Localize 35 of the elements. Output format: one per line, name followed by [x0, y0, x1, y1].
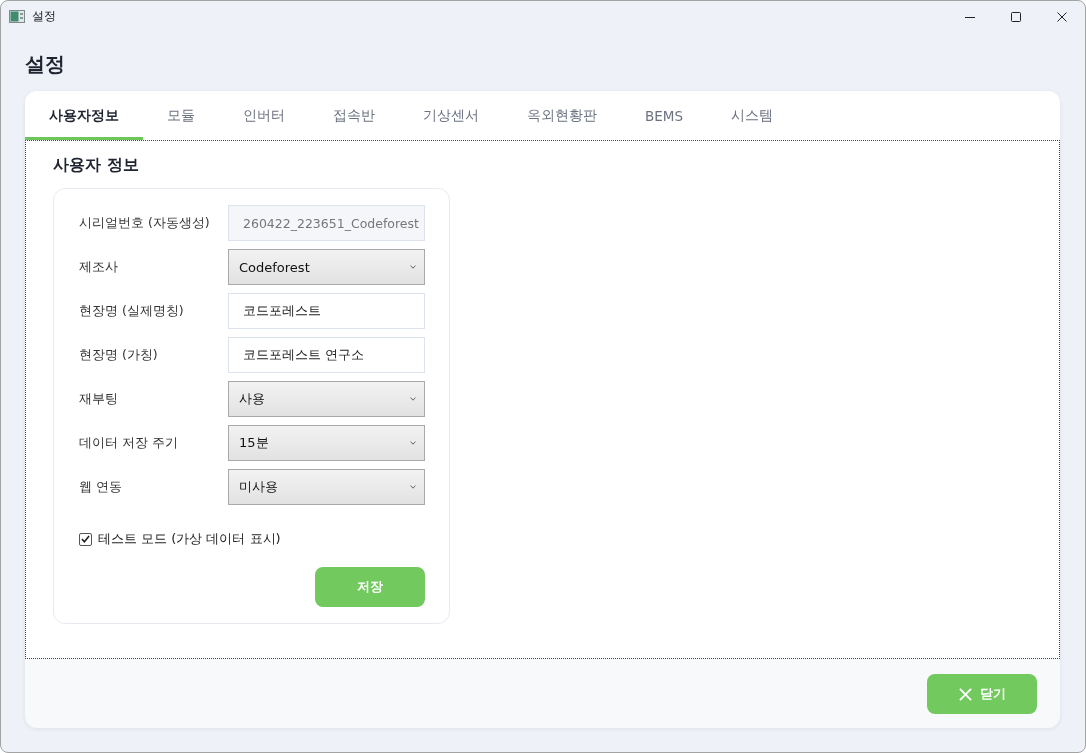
chevron-down-icon — [410, 265, 416, 269]
field-label: 제조사 — [79, 258, 119, 276]
field-label: 데이터 저장 주기 — [79, 434, 179, 452]
readonly-field: 260422_223651_Codeforest — [228, 205, 425, 241]
input-field[interactable]: 코드포레스트 연구소 — [228, 337, 425, 373]
tab[interactable]: 기상센서 — [399, 91, 503, 140]
close-icon — [1057, 11, 1067, 22]
checkmark-icon — [81, 535, 90, 543]
chevron-down-icon — [410, 485, 416, 489]
dropdown[interactable]: Codeforest — [228, 249, 425, 285]
tab[interactable]: 시스템 — [707, 91, 797, 140]
field-label: 현장명 (가칭) — [79, 346, 159, 364]
app-icon — [9, 10, 25, 23]
close-icon — [958, 687, 972, 701]
tab[interactable]: 모듈 — [143, 91, 219, 140]
tab[interactable]: BEMS — [621, 91, 707, 140]
field-label: 현장명 (실제명칭) — [79, 302, 185, 320]
maximize-icon — [1011, 11, 1021, 22]
window-title: 설정 — [32, 8, 56, 25]
page-title: 설정 — [25, 51, 66, 78]
tab[interactable]: 접속반 — [309, 91, 399, 140]
checkbox[interactable] — [79, 532, 92, 546]
field-label: 웹 연동 — [79, 478, 123, 496]
field-label: 시리얼번호 (자동생성) — [79, 214, 211, 232]
field-label: 재부팅 — [79, 390, 119, 408]
dropdown[interactable]: 사용 — [228, 381, 425, 417]
section-title: 사용자 정보 — [53, 154, 140, 175]
tab[interactable]: 옥외현황판 — [503, 91, 621, 140]
chevron-down-icon — [410, 441, 416, 445]
dropdown[interactable]: 15분 — [228, 425, 425, 461]
input-field[interactable]: 코드포레스트 — [228, 293, 425, 329]
chevron-down-icon — [410, 397, 416, 401]
checkbox-label: 테스트 모드 (가상 데이터 표시) — [98, 530, 281, 548]
tab[interactable]: 인버터 — [219, 91, 309, 140]
dropdown[interactable]: 미사용 — [228, 469, 425, 505]
